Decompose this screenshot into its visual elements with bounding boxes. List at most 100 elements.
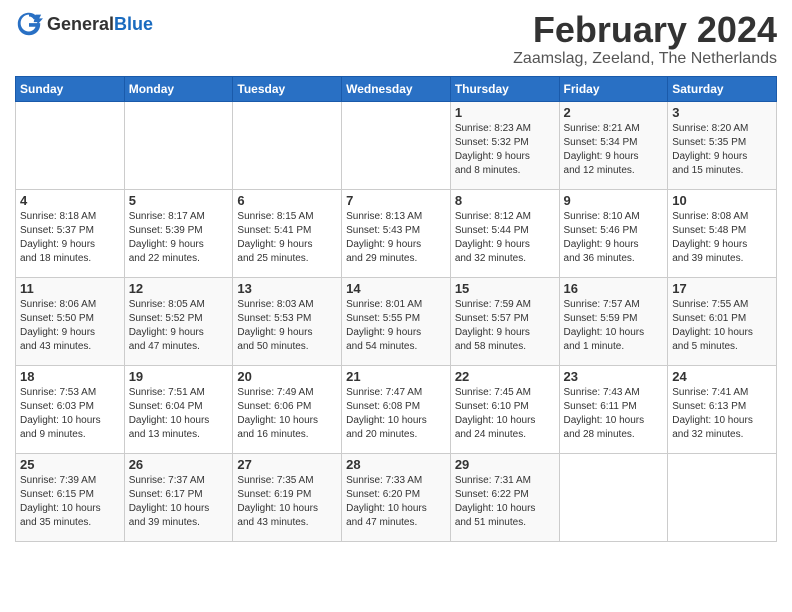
header-wednesday: Wednesday	[342, 76, 451, 101]
page-header: GeneralBlue February 2024 Zaamslag, Zeel…	[15, 10, 777, 68]
day-number: 12	[129, 281, 229, 296]
day-number: 27	[237, 457, 337, 472]
calendar-table: Sunday Monday Tuesday Wednesday Thursday…	[15, 76, 777, 542]
day-info: Sunrise: 8:12 AMSunset: 5:44 PMDaylight:…	[455, 210, 555, 266]
day-number: 9	[564, 193, 664, 208]
day-info: Sunrise: 8:03 AMSunset: 5:53 PMDaylight:…	[237, 298, 337, 354]
calendar-cell	[559, 453, 668, 541]
day-info: Sunrise: 7:37 AMSunset: 6:17 PMDaylight:…	[129, 474, 229, 530]
calendar-cell: 2Sunrise: 8:21 AMSunset: 5:34 PMDaylight…	[559, 101, 668, 189]
logo-text: GeneralBlue	[47, 14, 153, 35]
calendar-cell: 27 Sunrise: 7:35 AMSunset: 6:19 PMDayligh…	[233, 453, 342, 541]
calendar-cell: 25Sunrise: 7:39 AMSunset: 6:15 PMDayligh…	[16, 453, 125, 541]
day-number: 15	[455, 281, 555, 296]
day-info: Sunrise: 8:05 AMSunset: 5:52 PMDaylight:…	[129, 298, 229, 354]
day-number: 26	[129, 457, 229, 472]
day-info: Sunrise: 8:23 AMSunset: 5:32 PMDaylight:…	[455, 122, 555, 178]
day-info: Sunrise: 8:15 AMSunset: 5:41 PMDaylight:…	[237, 210, 337, 266]
day-number: 14	[346, 281, 446, 296]
calendar-cell: 17Sunrise: 7:55 AMSunset: 6:01 PMDayligh…	[668, 277, 777, 365]
calendar-cell: 24Sunrise: 7:41 AMSunset: 6:13 PMDayligh…	[668, 365, 777, 453]
header-saturday: Saturday	[668, 76, 777, 101]
calendar-cell: 8 Sunrise: 8:12 AMSunset: 5:44 PMDaylight…	[450, 189, 559, 277]
day-number: 16	[564, 281, 664, 296]
location-title: Zaamslag, Zeeland, The Netherlands	[513, 50, 777, 68]
logo-general: General	[47, 14, 114, 34]
calendar-week-4: 18 Sunrise: 7:53 AMSunset: 6:03 PMDayligh…	[16, 365, 777, 453]
calendar-cell: 23 Sunrise: 7:43 AMSunset: 6:11 PMDayligh…	[559, 365, 668, 453]
calendar-cell: 22 Sunrise: 7:45 AMSunset: 6:10 PMDayligh…	[450, 365, 559, 453]
day-number: 6	[237, 193, 337, 208]
title-area: February 2024 Zaamslag, Zeeland, The Net…	[513, 10, 777, 68]
calendar-cell: 11Sunrise: 8:06 AMSunset: 5:50 PMDayligh…	[16, 277, 125, 365]
calendar-cell: 3 Sunrise: 8:20 AMSunset: 5:35 PMDaylight…	[668, 101, 777, 189]
calendar-cell: 7 Sunrise: 8:13 AMSunset: 5:43 PMDaylight…	[342, 189, 451, 277]
day-info: Sunrise: 8:10 AMSunset: 5:46 PMDaylight:…	[564, 210, 664, 266]
day-number: 5	[129, 193, 229, 208]
day-info: Sunrise: 7:51 AMSunset: 6:04 PMDaylight:…	[129, 386, 229, 442]
day-info: Sunrise: 8:01 AMSunset: 5:55 PMDaylight:…	[346, 298, 446, 354]
day-number: 23	[564, 369, 664, 384]
day-info: Sunrise: 7:47 AMSunset: 6:08 PMDaylight:…	[346, 386, 446, 442]
day-info: Sunrise: 7:33 AMSunset: 6:20 PMDaylight:…	[346, 474, 446, 530]
day-number: 28	[346, 457, 446, 472]
calendar-cell: 1Sunrise: 8:23 AMSunset: 5:32 PMDaylight…	[450, 101, 559, 189]
day-number: 25	[20, 457, 120, 472]
day-info: Sunrise: 8:08 AMSunset: 5:48 PMDaylight:…	[672, 210, 772, 266]
day-number: 7	[346, 193, 446, 208]
day-number: 20	[237, 369, 337, 384]
calendar-cell: 9 Sunrise: 8:10 AMSunset: 5:46 PMDaylight…	[559, 189, 668, 277]
calendar-week-1: 1Sunrise: 8:23 AMSunset: 5:32 PMDaylight…	[16, 101, 777, 189]
calendar-cell: 26 Sunrise: 7:37 AMSunset: 6:17 PMDayligh…	[124, 453, 233, 541]
day-info: Sunrise: 8:13 AMSunset: 5:43 PMDaylight:…	[346, 210, 446, 266]
day-info: Sunrise: 8:18 AMSunset: 5:37 PMDaylight:…	[20, 210, 120, 266]
calendar-cell: 21 Sunrise: 7:47 AMSunset: 6:08 PMDayligh…	[342, 365, 451, 453]
calendar-cell: 18 Sunrise: 7:53 AMSunset: 6:03 PMDayligh…	[16, 365, 125, 453]
calendar-cell	[16, 101, 125, 189]
calendar-week-2: 4 Sunrise: 8:18 AMSunset: 5:37 PMDaylight…	[16, 189, 777, 277]
day-info: Sunrise: 8:21 AMSunset: 5:34 PMDaylight:…	[564, 122, 664, 178]
calendar-cell	[233, 101, 342, 189]
day-number: 21	[346, 369, 446, 384]
header-tuesday: Tuesday	[233, 76, 342, 101]
day-info: Sunrise: 7:45 AMSunset: 6:10 PMDaylight:…	[455, 386, 555, 442]
day-number: 4	[20, 193, 120, 208]
day-number: 11	[20, 281, 120, 296]
calendar-cell: 20 Sunrise: 7:49 AMSunset: 6:06 PMDayligh…	[233, 365, 342, 453]
header-friday: Friday	[559, 76, 668, 101]
day-info: Sunrise: 8:17 AMSunset: 5:39 PMDaylight:…	[129, 210, 229, 266]
day-number: 22	[455, 369, 555, 384]
calendar-header-row: Sunday Monday Tuesday Wednesday Thursday…	[16, 76, 777, 101]
calendar-cell	[124, 101, 233, 189]
day-info: Sunrise: 7:55 AMSunset: 6:01 PMDaylight:…	[672, 298, 772, 354]
day-info: Sunrise: 7:53 AMSunset: 6:03 PMDaylight:…	[20, 386, 120, 442]
day-number: 10	[672, 193, 772, 208]
day-info: Sunrise: 7:59 AMSunset: 5:57 PMDaylight:…	[455, 298, 555, 354]
day-number: 8	[455, 193, 555, 208]
day-number: 3	[672, 105, 772, 120]
day-info: Sunrise: 8:20 AMSunset: 5:35 PMDaylight:…	[672, 122, 772, 178]
calendar-cell: 10 Sunrise: 8:08 AMSunset: 5:48 PMDayligh…	[668, 189, 777, 277]
calendar-cell: 6 Sunrise: 8:15 AMSunset: 5:41 PMDaylight…	[233, 189, 342, 277]
day-number: 29	[455, 457, 555, 472]
day-info: Sunrise: 7:49 AMSunset: 6:06 PMDaylight:…	[237, 386, 337, 442]
calendar-cell: 13Sunrise: 8:03 AMSunset: 5:53 PMDayligh…	[233, 277, 342, 365]
logo: GeneralBlue	[15, 10, 153, 38]
day-info: Sunrise: 7:31 AMSunset: 6:22 PMDaylight:…	[455, 474, 555, 530]
calendar-week-3: 11Sunrise: 8:06 AMSunset: 5:50 PMDayligh…	[16, 277, 777, 365]
calendar-cell: 28 Sunrise: 7:33 AMSunset: 6:20 PMDayligh…	[342, 453, 451, 541]
calendar-cell: 16 Sunrise: 7:57 AMSunset: 5:59 PMDayligh…	[559, 277, 668, 365]
calendar-week-5: 25Sunrise: 7:39 AMSunset: 6:15 PMDayligh…	[16, 453, 777, 541]
day-number: 18	[20, 369, 120, 384]
day-info: Sunrise: 7:57 AMSunset: 5:59 PMDaylight:…	[564, 298, 664, 354]
calendar-cell	[342, 101, 451, 189]
month-title: February 2024	[513, 10, 777, 50]
calendar-cell: 14 Sunrise: 8:01 AMSunset: 5:55 PMDayligh…	[342, 277, 451, 365]
calendar-cell: 19Sunrise: 7:51 AMSunset: 6:04 PMDayligh…	[124, 365, 233, 453]
header-sunday: Sunday	[16, 76, 125, 101]
day-info: Sunrise: 7:43 AMSunset: 6:11 PMDaylight:…	[564, 386, 664, 442]
calendar-cell: 5 Sunrise: 8:17 AMSunset: 5:39 PMDaylight…	[124, 189, 233, 277]
day-info: Sunrise: 7:35 AMSunset: 6:19 PMDaylight:…	[237, 474, 337, 530]
calendar-cell: 4 Sunrise: 8:18 AMSunset: 5:37 PMDaylight…	[16, 189, 125, 277]
calendar-cell: 29 Sunrise: 7:31 AMSunset: 6:22 PMDayligh…	[450, 453, 559, 541]
